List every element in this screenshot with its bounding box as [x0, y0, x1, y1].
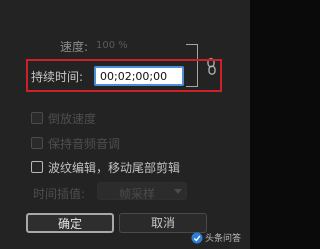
ripple-edit-checkbox[interactable] — [31, 161, 43, 173]
ok-button[interactable]: 确定 — [26, 213, 114, 233]
ripple-edit-label: 波纹编辑，移动尾部剪辑 — [48, 161, 181, 175]
speed-label: 速度: — [60, 40, 89, 54]
chevron-down-icon — [174, 189, 182, 194]
duration-label: 持续时间: — [31, 70, 84, 84]
time-interpolation-value: 帧采样 — [119, 187, 156, 201]
time-interpolation-label: 时间插值: — [33, 187, 86, 201]
duration-field[interactable]: 00;02;00;00 — [94, 66, 184, 86]
maintain-audio-pitch-label: 保持音频音调 — [48, 137, 121, 151]
reverse-speed-label: 倒放速度 — [48, 112, 97, 126]
speed-value[interactable]: 100 % — [96, 40, 128, 51]
cancel-button[interactable]: 取消 — [119, 213, 207, 233]
maintain-audio-pitch-checkbox[interactable] — [31, 137, 43, 149]
reverse-speed-checkbox[interactable] — [31, 112, 43, 124]
site-logo-icon — [191, 232, 203, 244]
watermark-text: 头条问答 — [205, 234, 242, 244]
watermark: 头条问答 — [191, 231, 243, 245]
clip-speed-duration-dialog: 速度: 100 % 持续时间: 00;02;00;00 倒放速度 保持音频音调 … — [0, 0, 250, 249]
